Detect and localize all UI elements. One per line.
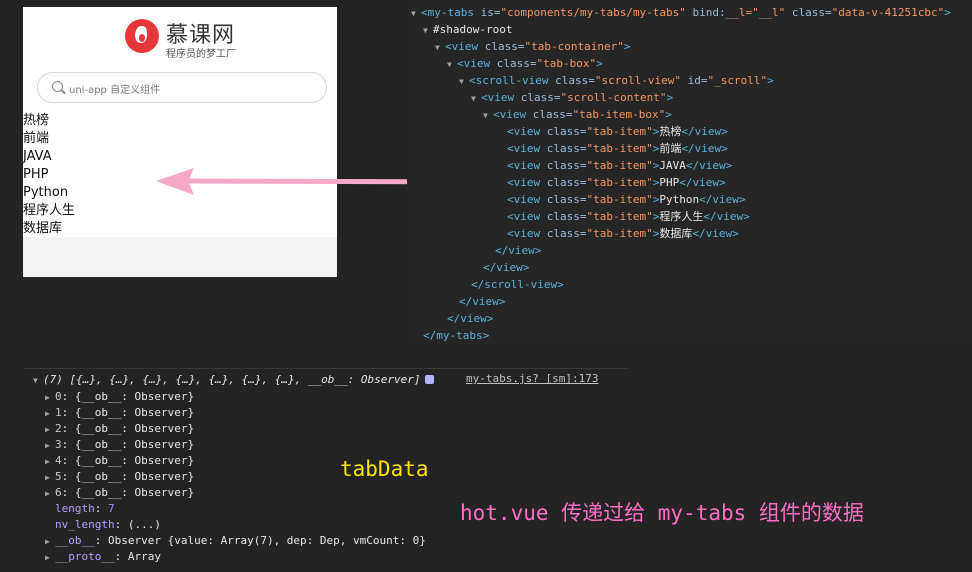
console-entry[interactable]: ▶ 0: {__ob__: Observer} (45, 389, 194, 405)
dom-node-tab-item[interactable]: <view class="tab-item">数据库</view> (507, 225, 739, 242)
console-entry[interactable]: ▶ 1: {__ob__: Observer} (45, 405, 194, 421)
dom-node-tab-item[interactable]: <view class="tab-item">程序人生</view> (507, 208, 750, 225)
expand-triangle-icon[interactable]: ▶ (45, 390, 55, 406)
console-length: length: 7 (55, 502, 115, 515)
tab-item[interactable]: 前端 (23, 130, 75, 148)
tab-item[interactable]: 热榜 (23, 112, 75, 130)
expand-triangle-icon[interactable]: ▶ (45, 534, 55, 550)
dom-node-scroll-content[interactable]: ▼ <view class="scroll-content"> (471, 89, 673, 106)
logo-slogan: 程序员的梦工厂 (166, 49, 236, 60)
expand-triangle-icon[interactable]: ▶ (45, 422, 55, 438)
dom-node-tab-item-box[interactable]: ▼ <view class="tab-item-box"> (483, 106, 672, 123)
expand-triangle-icon[interactable]: ▼ (483, 107, 493, 124)
tab-item[interactable]: 程序人生 (23, 202, 75, 220)
search-input[interactable]: uni-app 自定义组件 (37, 72, 327, 103)
dom-node-tab-box[interactable]: ▼ <view class="tab-box"> (447, 55, 603, 72)
dom-node-tab-item[interactable]: <view class="tab-item">Python</view> (507, 191, 745, 208)
dom-node-tab-item[interactable]: <view class="tab-item">前端</view> (507, 140, 728, 157)
annotation-tabdata: tabData (340, 457, 429, 481)
annotation-description: hot.vue 传递过给 my-tabs 组件的数据 (460, 501, 864, 525)
devtools-console: ▼ (7) [{…}, {…}, {…}, {…}, {…}, {…}, {…},… (23, 368, 627, 569)
dom-close-tag: </view> (483, 261, 530, 274)
dom-node-tab-item[interactable]: <view class="tab-item">JAVA</view> (507, 157, 732, 174)
expand-triangle-icon[interactable]: ▶ (45, 470, 55, 486)
dom-node-tab-item[interactable]: <view class="tab-item">PHP</view> (507, 174, 726, 191)
expand-triangle-icon[interactable]: ▼ (471, 90, 481, 107)
flame-icon (125, 19, 159, 53)
dom-close-tag: </view> (495, 244, 542, 257)
phone-preview: 慕课网 程序员的梦工厂 uni-app 自定义组件 热榜 前端 JAVA PHP… (23, 7, 337, 277)
console-entry[interactable]: ▶ 3: {__ob__: Observer} (45, 437, 194, 453)
console-nv-length[interactable]: nv_length: (...) (55, 517, 161, 533)
dom-node-tab-item[interactable]: <view class="tab-item">热榜</view> (507, 123, 728, 140)
dom-close-tag: </view> (447, 312, 494, 325)
expand-triangle-icon[interactable]: ▼ (423, 22, 433, 39)
console-ob[interactable]: ▶ __ob__: Observer {value: Array(7), dep:… (45, 533, 426, 549)
expand-triangle-icon[interactable]: ▶ (45, 486, 55, 502)
console-entry[interactable]: ▶ 6: {__ob__: Observer} (45, 485, 194, 501)
search-placeholder: uni-app 自定义组件 (69, 85, 161, 96)
tab-item[interactable]: JAVA (23, 148, 75, 166)
phone-footer (23, 237, 337, 277)
console-entry[interactable]: ▶ 4: {__ob__: Observer} (45, 453, 194, 469)
dom-node-scroll-view[interactable]: ▼ <scroll-view class="scroll-view" id="_s… (459, 72, 774, 89)
search-icon (52, 81, 63, 92)
tab-item[interactable]: PHP (23, 166, 75, 184)
dom-close-tag: </my-tabs> (423, 329, 490, 342)
tab-item[interactable]: Python (23, 184, 75, 202)
console-proto[interactable]: ▶ __proto__: Array (45, 549, 161, 565)
imooc-logo: 慕课网 程序员的梦工厂 (125, 16, 255, 60)
expand-triangle-icon[interactable]: ▼ (411, 5, 421, 22)
dom-node-tab-container[interactable]: ▼ <view class="tab-container"> (435, 38, 630, 55)
expand-triangle-icon[interactable]: ▼ (447, 56, 457, 73)
console-entry[interactable]: ▶ 5: {__ob__: Observer} (45, 469, 194, 485)
tab-list: 热榜 前端 JAVA PHP Python 程序人生 数据库 (23, 112, 75, 238)
expand-triangle-icon[interactable]: ▼ (33, 373, 43, 389)
dom-close-tag: </view> (459, 295, 506, 308)
source-link[interactable]: my-tabs.js? [sm]:173 (466, 372, 598, 385)
console-entry[interactable]: ▶ 2: {__ob__: Observer} (45, 421, 194, 437)
expand-triangle-icon[interactable]: ▶ (45, 406, 55, 422)
expand-triangle-icon[interactable]: ▶ (45, 454, 55, 470)
console-array-summary[interactable]: ▼ (7) [{…}, {…}, {…}, {…}, {…}, {…}, {…},… (33, 372, 434, 388)
expand-triangle-icon[interactable]: ▶ (45, 438, 55, 454)
expand-triangle-icon[interactable]: ▼ (435, 39, 445, 56)
expand-triangle-icon[interactable]: ▶ (45, 550, 55, 566)
dom-node-shadow-root[interactable]: ▼ #shadow-root (423, 21, 512, 38)
devtools-elements-panel: ▼ <my-tabs is="components/my-tabs/my-tabs… (407, 0, 972, 345)
tab-item[interactable]: 数据库 (23, 220, 75, 238)
dom-node-my-tabs[interactable]: ▼ <my-tabs is="components/my-tabs/my-tabs… (411, 4, 951, 21)
expand-triangle-icon[interactable]: ▼ (459, 73, 469, 90)
info-badge-icon[interactable] (424, 375, 434, 384)
dom-close-tag: </scroll-view> (471, 278, 564, 291)
